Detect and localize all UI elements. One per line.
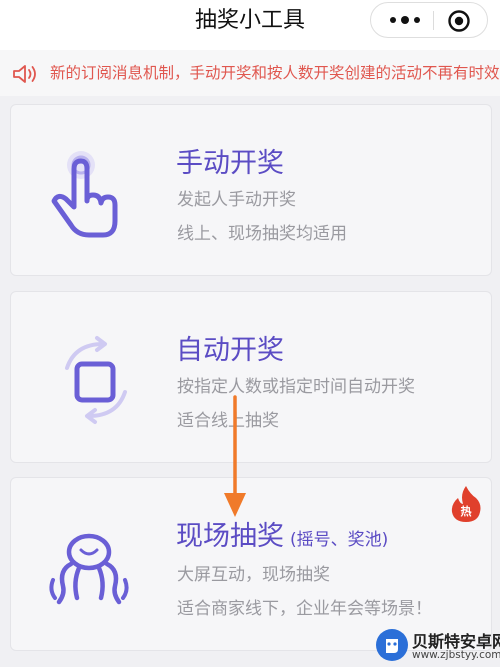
auto-draw-title: 自动开奖: [176, 335, 284, 366]
live-draw-title-text: 现场抽奖: [176, 521, 284, 552]
watermark-logo-icon: [376, 629, 408, 661]
watermark-url: www.zjbstyy.com: [412, 649, 500, 661]
live-draw-subtitle: (摇号、奖池): [290, 530, 389, 550]
hot-fire-icon: 热: [451, 486, 481, 522]
crowd-icon: [49, 533, 129, 605]
live-draw-title: 现场抽奖 (摇号、奖池): [176, 514, 388, 553]
manual-draw-title: 手动开奖: [176, 148, 284, 179]
live-draw-desc-2: 适合商家线下，企业年会等场景！: [177, 599, 432, 619]
hand-tap-icon: [51, 151, 118, 238]
notice-bar[interactable]: 新的订阅消息机制，手动开奖和按人数开奖创建的活动不再有时效: [0, 50, 500, 96]
live-draw-desc-1: 大屏互动，现场抽奖: [177, 565, 330, 585]
annotation-arrow-icon: [224, 395, 246, 517]
manual-draw-desc-2: 线上、现场抽奖均适用: [177, 224, 347, 244]
capsule-divider: [433, 11, 434, 30]
nav-bar: 抽奖小工具: [0, 0, 500, 50]
manual-draw-card[interactable]: 手动开奖 发起人手动开奖 线上、现场抽奖均适用: [10, 104, 492, 276]
notice-text: 新的订阅消息机制，手动开奖和按人数开奖创建的活动不再有时效: [50, 64, 500, 82]
more-dots-icon[interactable]: [385, 3, 425, 37]
site-watermark: 贝斯特安卓网 www.zjbstyy.com: [374, 625, 500, 667]
hot-badge-text: 热: [461, 504, 472, 518]
speaker-icon: [13, 65, 36, 83]
target-close-icon[interactable]: [447, 9, 471, 33]
auto-cycle-icon: [65, 336, 127, 424]
mini-program-capsule: [370, 2, 488, 38]
auto-draw-desc-1: 按指定人数或指定时间自动开奖: [177, 377, 415, 397]
manual-draw-desc-1: 发起人手动开奖: [177, 190, 296, 210]
